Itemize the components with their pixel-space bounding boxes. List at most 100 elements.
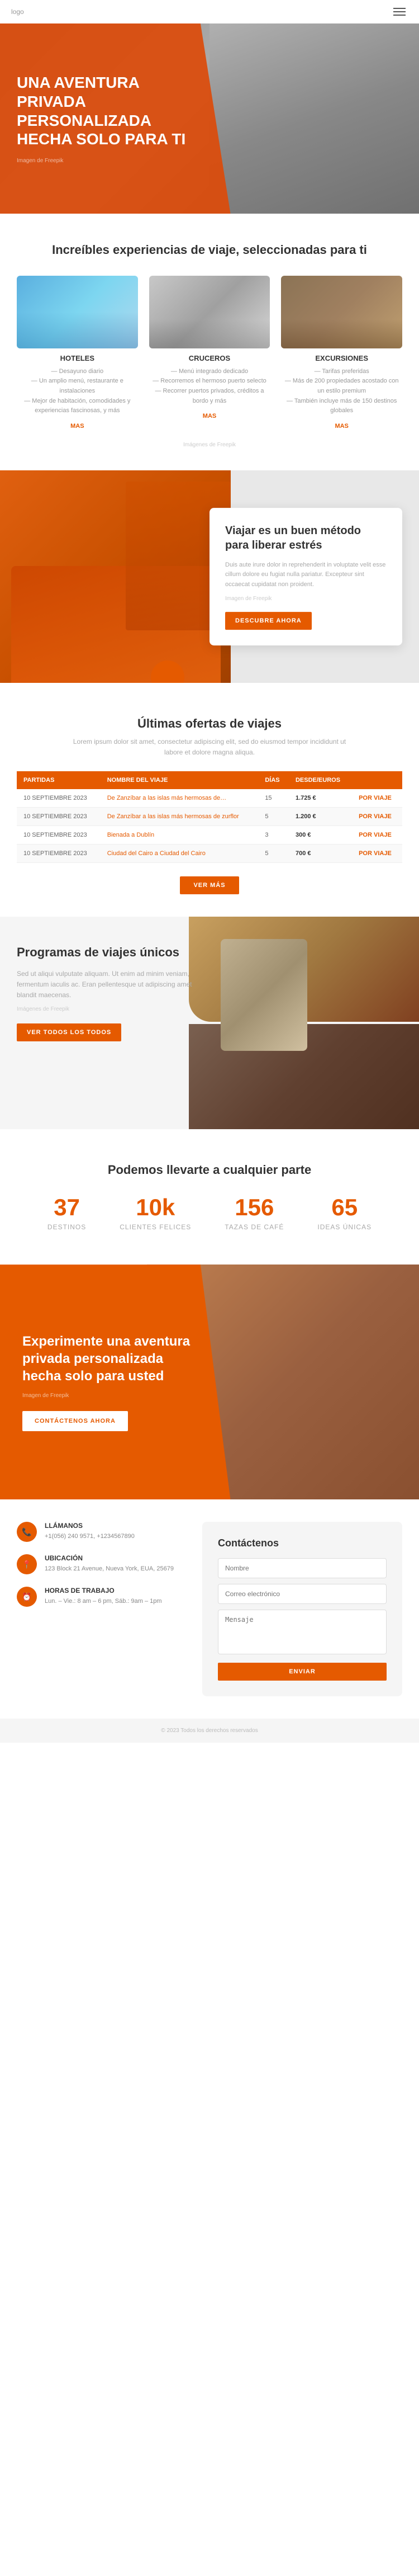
offers-desc: Lorem ipsum dolor sit amet, consectetur … [70, 737, 349, 758]
programs-button[interactable]: VER TODOS LOS TODOS [17, 1023, 121, 1041]
cruise-card-link[interactable]: MAS [203, 413, 216, 419]
offers-table-header: PARTIDAS NOMBRE DEL VIAJE DÍAS DESDE/EUR… [17, 771, 402, 789]
navbar: logo [0, 0, 419, 23]
hotel-card-link[interactable]: MAS [70, 423, 84, 430]
programs-content: Programas de viajes únicos Sed ut aliqui… [0, 917, 210, 1129]
stats-row: 37 DESTINOS 10k CLIENTES FELICES 156 TAZ… [17, 1194, 402, 1231]
offers-section: Últimas ofertas de viajes Lorem ipsum do… [0, 683, 419, 917]
row-price: 1.725 € [289, 789, 352, 808]
footer-icon-phone: 📞 [17, 1522, 37, 1542]
hero-source: Imagen de Freepik [17, 158, 203, 164]
excursion-card: EXCURSIONES — Tarifas preferidas— Más de… [281, 276, 402, 431]
row-name: Ciudad del Cairo a Ciudad del Cairo [101, 844, 259, 863]
row-days: 5 [258, 844, 289, 863]
footer-item-text: Lun. – Vie.: 8 am – 6 pm, Sáb.: 9am – 1p… [45, 1597, 162, 1606]
menu-bar [393, 11, 406, 12]
experiences-section: Increíbles experiencias de viaje, selecc… [0, 214, 419, 470]
table-row: 10 SEPTIEMBRE 2023 De Zanzíbar a las isl… [17, 789, 402, 808]
hero-title: UNA AVENTURA PRIVADA PERSONALIZADA HECHA… [17, 73, 203, 148]
programs-source: Imágenes de Freepik [17, 1006, 193, 1012]
row-per: POR VIAJE [352, 789, 402, 808]
programs-overlay-image [221, 939, 307, 1051]
cruise-card-title: CRUCEROS [149, 354, 270, 362]
footer-item-text: +1(056) 240 9571, +1234567890 [45, 1532, 135, 1541]
hotel-card-image [17, 276, 138, 348]
row-date: 10 SEPTIEMBRE 2023 [17, 826, 101, 844]
col-per [352, 771, 402, 789]
experiences-title: Increíbles experiencias de viaje, selecc… [17, 242, 402, 259]
row-date: 10 SEPTIEMBRE 2023 [17, 789, 101, 808]
excursion-card-link[interactable]: MAS [335, 423, 348, 430]
stats-section: Podemos llevarte a cualquier parte 37 DE… [0, 1129, 419, 1265]
footer-form: Contáctenos ENVIAR [202, 1522, 402, 1696]
hotel-card: HOTELES — Desayuno diario— Un amplio men… [17, 276, 138, 431]
form-name-input[interactable] [218, 1558, 387, 1578]
footer-section: 📞 LLÁMANOS +1(056) 240 9571, +1234567890… [0, 1499, 419, 1719]
row-name: Bienada a Dublín [101, 826, 259, 844]
row-days: 3 [258, 826, 289, 844]
footer-item-title: LLÁMANOS [45, 1522, 135, 1530]
form-message-input[interactable] [218, 1610, 387, 1654]
cruise-card: CRUCEROS — Menú integrado dedicado— Reco… [149, 276, 270, 431]
table-row: 10 SEPTIEMBRE 2023 De Zanzíbar a las isl… [17, 808, 402, 826]
row-price: 1.200 € [289, 808, 352, 826]
stat-item: 65 IDEAS ÚNICAS [317, 1194, 372, 1231]
footer-item-text: 123 Block 21 Avenue, Nueva York, EUA, 25… [45, 1564, 174, 1574]
stress-title: Viajar es un buen método para liberar es… [225, 523, 387, 553]
stat-item: 10k CLIENTES FELICES [120, 1194, 191, 1231]
excursion-card-desc: — Tarifas preferidas— Más de 200 propied… [281, 367, 402, 416]
stat-item: 156 TAZAS DE CAFÉ [225, 1194, 284, 1231]
stat-label: DESTINOS [47, 1223, 86, 1231]
stress-desc: Duis aute irure dolor in reprehenderit i… [225, 560, 387, 590]
footer-icon-hours: ⏰ [17, 1587, 37, 1607]
row-name: De Zanzíbar a las islas más hermosas de… [101, 789, 259, 808]
form-title: Contáctenos [218, 1537, 387, 1549]
hero-image-overlay [210, 23, 419, 214]
offers-title: Últimas ofertas de viajes [17, 716, 402, 731]
row-days: 15 [258, 789, 289, 808]
footer-item-title: HORAS DE TRABAJO [45, 1587, 162, 1594]
form-email-input[interactable] [218, 1584, 387, 1604]
cruise-card-desc: — Menú integrado dedicado— Recorremos el… [149, 367, 270, 406]
stat-number: 156 [225, 1194, 284, 1221]
menu-bar [393, 15, 406, 16]
stat-number: 65 [317, 1194, 372, 1221]
stats-title: Podemos llevarte a cualquier parte [17, 1163, 402, 1177]
footer-contact-phone: 📞 LLÁMANOS +1(056) 240 9571, +1234567890 [17, 1522, 185, 1542]
row-date: 10 SEPTIEMBRE 2023 [17, 808, 101, 826]
footer-contact: 📞 LLÁMANOS +1(056) 240 9571, +1234567890… [17, 1522, 185, 1619]
offers-more-button[interactable]: VER MÁS [180, 876, 239, 894]
row-days: 5 [258, 808, 289, 826]
row-price: 700 € [289, 844, 352, 863]
form-submit-button[interactable]: ENVIAR [218, 1663, 387, 1681]
col-name: NOMBRE DEL VIAJE [101, 771, 259, 789]
cta-button[interactable]: CONTÁCTENOS AHORA [22, 1411, 128, 1431]
menu-bar [393, 8, 406, 9]
hotel-card-desc: — Desayuno diario— Un amplio menú, resta… [17, 367, 138, 416]
col-date: PARTIDAS [17, 771, 101, 789]
stat-label: CLIENTES FELICES [120, 1223, 191, 1231]
hero-section: UNA AVENTURA PRIVADA PERSONALIZADA HECHA… [0, 23, 419, 214]
footer-icon-location: 📍 [17, 1554, 37, 1574]
programs-title: Programas de viajes únicos [17, 945, 193, 961]
cta-section: Experimente una aventura privada persona… [0, 1265, 419, 1499]
stress-source: Imagen de Freepik [225, 596, 387, 602]
stat-number: 10k [120, 1194, 191, 1221]
row-price: 300 € [289, 826, 352, 844]
logo: logo [11, 8, 24, 16]
offers-table: PARTIDAS NOMBRE DEL VIAJE DÍAS DESDE/EUR… [17, 771, 402, 863]
footer-row: 📞 LLÁMANOS +1(056) 240 9571, +1234567890… [17, 1522, 402, 1696]
table-row: 10 SEPTIEMBRE 2023 Bienada a Dublín 3 30… [17, 826, 402, 844]
footer-contact-hours: ⏰ HORAS DE TRABAJO Lun. – Vie.: 8 am – 6… [17, 1587, 185, 1607]
footer-bottom: © 2023 Todos los derechos reservados [0, 1719, 419, 1743]
footer-bottom-text: © 2023 Todos los derechos reservados [161, 1728, 258, 1734]
stat-label: IDEAS ÚNICAS [317, 1223, 372, 1231]
hotel-card-title: HOTELES [17, 354, 138, 362]
experiences-image-source: Imágenes de Freepik [17, 442, 402, 448]
footer-item-title: UBICACIÓN [45, 1554, 174, 1562]
col-price: DESDE/EUROS [289, 771, 352, 789]
row-name: De Zanzíbar a las islas más hermosas de … [101, 808, 259, 826]
stress-cta-button[interactable]: DESCUBRE AHORA [225, 612, 312, 630]
cta-source: Imagen de Freepik [22, 1393, 197, 1399]
hamburger-menu[interactable] [391, 6, 408, 18]
